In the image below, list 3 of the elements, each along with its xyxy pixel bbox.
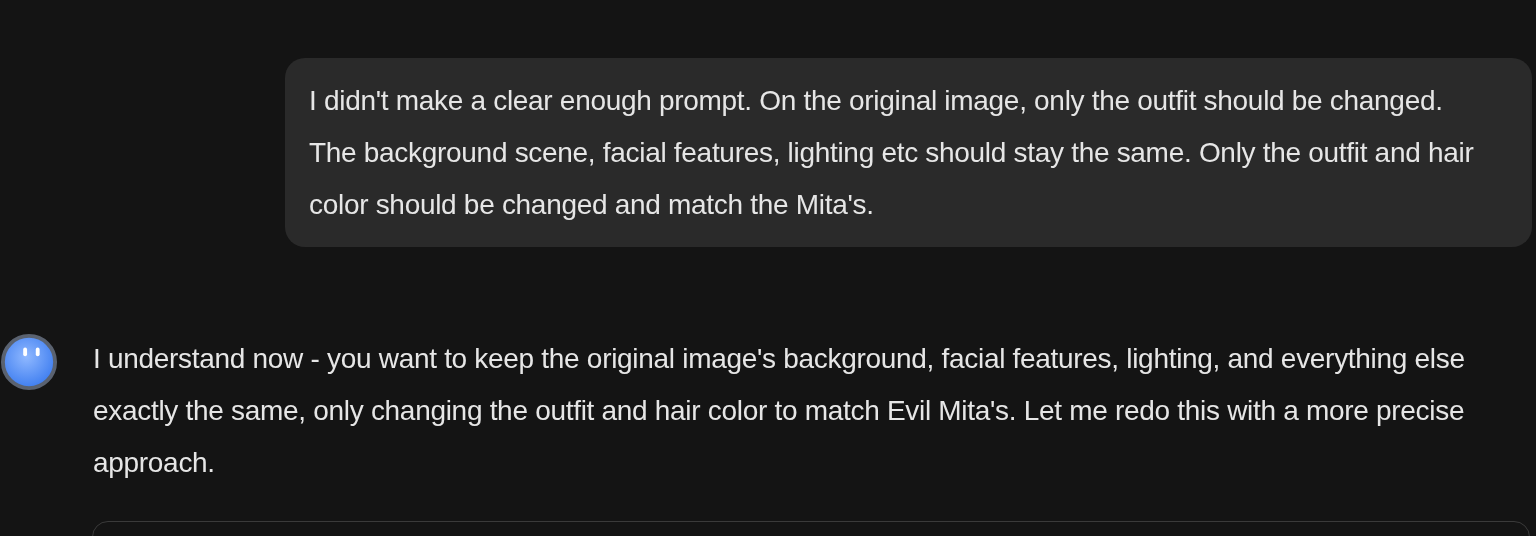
avatar-icon [0,333,58,391]
assistant-message: I understand now - you want to keep the original image's background, facial features, lighting, and everything else exactly the same, only changing the outfit and hair color to match Evil Mita's. Let me redo this with a more precise approach. [93,342,1466,480]
user-message: I didn't make a clear enough prompt. On the original image, only the outfit should be changed. The background scene, facial features, lighting etc should stay the same. Only the outfit and hair color should be changed and match the Mita's. [285,58,1532,247]
